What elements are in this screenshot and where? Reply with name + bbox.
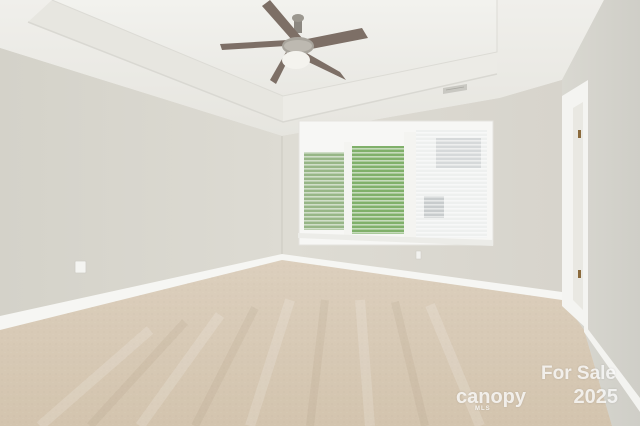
doorway <box>562 80 588 330</box>
window-group <box>298 120 494 246</box>
outlet-icon <box>74 260 87 274</box>
window-mullion-left <box>344 142 352 238</box>
window-mullion-right <box>404 132 416 240</box>
watermark-mls: MLS <box>475 406 491 412</box>
outlet-icon-small <box>415 250 422 260</box>
room-photo: For Sale canopy 2025 MLS <box>0 0 640 426</box>
watermark-brand: canopy <box>456 386 527 408</box>
fan-light-globe <box>282 51 310 69</box>
watermark-tag: For Sale <box>541 363 616 384</box>
door-hinge-bottom-icon <box>578 270 581 278</box>
door-hinge-top-icon <box>578 130 581 138</box>
listing-watermark: For Sale canopy 2025 MLS <box>448 363 618 413</box>
watermark-year: 2025 <box>573 386 619 408</box>
